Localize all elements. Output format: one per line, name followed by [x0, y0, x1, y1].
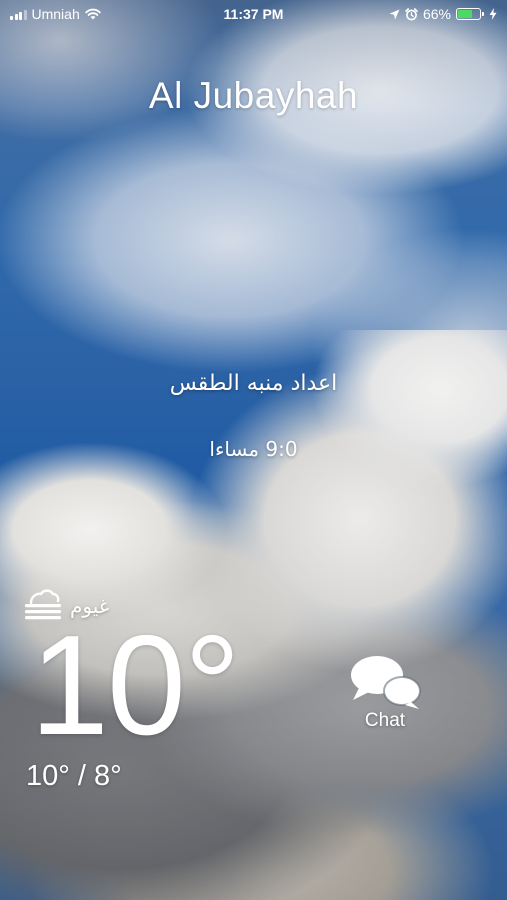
chat-label[interactable]: Chat	[365, 710, 405, 732]
charging-icon	[489, 8, 497, 20]
current-temperature: 10°	[30, 606, 241, 765]
weather-alarm-title[interactable]: اعداد منبه الطقس	[0, 371, 507, 396]
battery-icon	[456, 8, 484, 20]
battery-percent: 66%	[422, 6, 451, 22]
high-low-temperature: 10° / 8°	[26, 760, 122, 792]
status-bar-right: 66%	[389, 6, 497, 22]
status-bar-left: Umniah	[10, 6, 101, 22]
city-name[interactable]: Al Jubayhah	[0, 75, 507, 117]
wifi-icon	[85, 8, 101, 20]
signal-icon	[10, 9, 27, 20]
battery-level	[458, 10, 472, 18]
weather-alarm-time[interactable]: 9:0 مساءا	[0, 437, 507, 461]
chat-bubbles-icon	[351, 656, 421, 709]
alarm-icon	[405, 7, 418, 20]
location-icon	[389, 9, 400, 19]
status-bar: Umniah 11:37 PM 66%	[0, 0, 507, 28]
chat-button[interactable]: Chat	[345, 652, 425, 732]
carrier-label: Umniah	[31, 6, 80, 22]
